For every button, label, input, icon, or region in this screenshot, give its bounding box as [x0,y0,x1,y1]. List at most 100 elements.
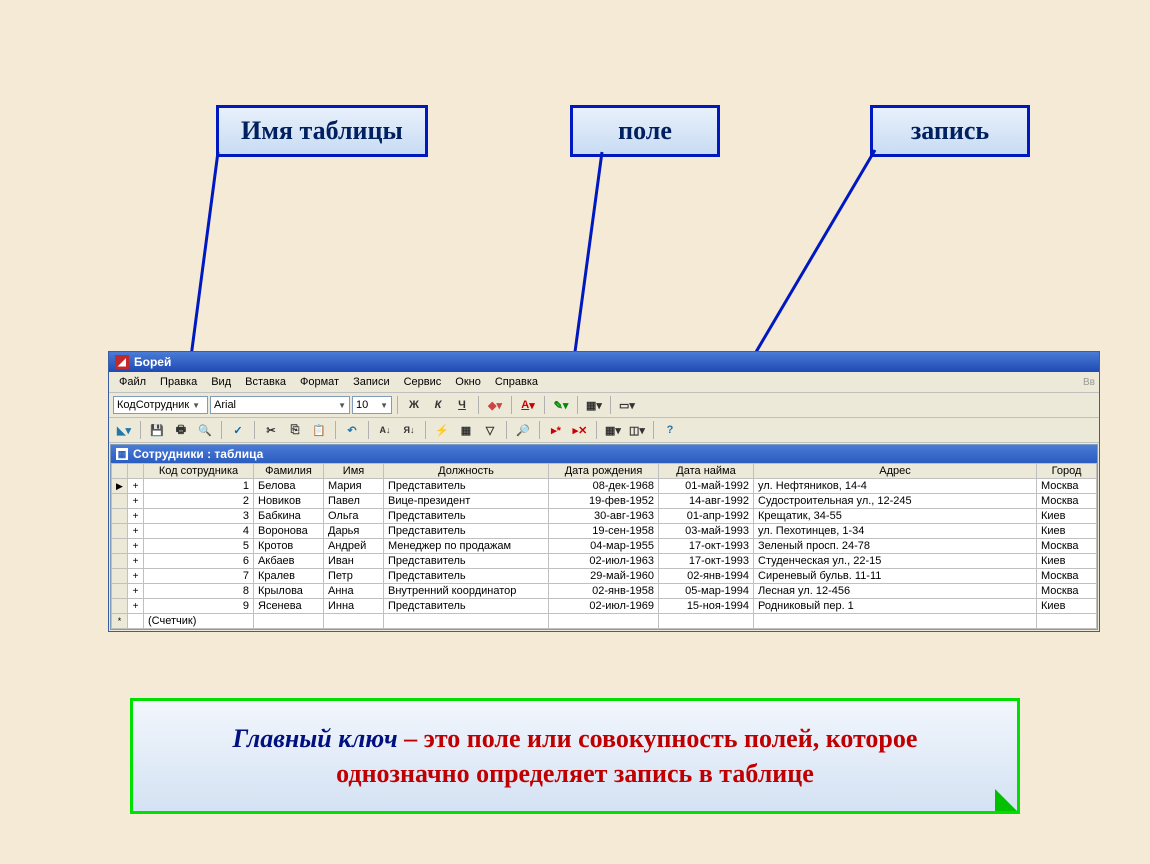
db-window-button[interactable]: ▦▾ [602,420,624,440]
data-grid[interactable]: Код сотрудника Фамилия Имя Должность Дат… [111,463,1097,629]
cell-hiredate[interactable]: 14-авг-1992 [659,494,754,509]
menu-format[interactable]: Формат [294,374,345,390]
cell-id[interactable]: 2 [144,494,254,509]
cell-city[interactable]: Киев [1037,599,1097,614]
new-row-marker[interactable]: * [112,614,128,629]
expand-icon[interactable]: + [128,554,144,569]
col-lastname[interactable]: Фамилия [254,464,324,479]
cell-lastname[interactable]: Белова [254,479,324,494]
cell-city[interactable]: Москва [1037,479,1097,494]
cell-address[interactable]: Студенческая ул., 22-15 [754,554,1037,569]
expand-icon[interactable]: + [128,479,144,494]
cell-birthdate[interactable]: 02-янв-1958 [549,584,659,599]
table-row[interactable]: +5КротовАндрейМенеджер по продажам04-мар… [112,539,1097,554]
cell-hiredate[interactable]: 05-мар-1994 [659,584,754,599]
print-button[interactable]: 🖶 [170,420,192,440]
cell-hiredate[interactable]: 02-янв-1994 [659,569,754,584]
spell-button[interactable]: ✓ [227,420,249,440]
row-selector[interactable] [112,554,128,569]
cell-city[interactable]: Москва [1037,584,1097,599]
table-row[interactable]: +2НовиковПавелВице-президент19-фев-19521… [112,494,1097,509]
menu-window[interactable]: Окно [449,374,487,390]
cell-birthdate[interactable]: 29-май-1960 [549,569,659,584]
cell-birthdate[interactable]: 02-июл-1963 [549,554,659,569]
col-address[interactable]: Адрес [754,464,1037,479]
cell-position[interactable]: Вице-президент [384,494,549,509]
table-row[interactable]: +9ЯсеневаИннаПредставитель02-июл-196915-… [112,599,1097,614]
row-selector[interactable] [112,494,128,509]
cell-birthdate[interactable]: 08-дек-1968 [549,479,659,494]
fill-color-button[interactable]: ◆▾ [484,395,506,415]
cell-city[interactable]: Москва [1037,539,1097,554]
undo-button[interactable]: ↶ [341,420,363,440]
filter-sel-button[interactable]: ⚡ [431,420,453,440]
new-row[interactable]: * (Счетчик) [112,614,1097,629]
menu-help[interactable]: Справка [489,374,544,390]
cell-id[interactable]: 7 [144,569,254,584]
cell-firstname[interactable]: Мария [324,479,384,494]
menu-view[interactable]: Вид [205,374,237,390]
cell-city[interactable]: Москва [1037,494,1097,509]
table-row[interactable]: +8КрыловаАннаВнутренний координатор02-ян… [112,584,1097,599]
col-firstname[interactable]: Имя [324,464,384,479]
preview-button[interactable]: 🔍 [194,420,216,440]
cell-address[interactable]: Лесная ул. 12-456 [754,584,1037,599]
menu-edit[interactable]: Правка [154,374,203,390]
table-row[interactable]: +7КралевПетрПредставитель29-май-196002-я… [112,569,1097,584]
cell-city[interactable]: Киев [1037,509,1097,524]
cell-id[interactable]: 6 [144,554,254,569]
paste-button[interactable]: 📋 [308,420,330,440]
row-selector[interactable] [112,599,128,614]
cell-position[interactable]: Представитель [384,599,549,614]
cell-hiredate[interactable]: 17-окт-1993 [659,554,754,569]
row-selector[interactable] [112,584,128,599]
filter-form-button[interactable]: ▦ [455,420,477,440]
cell-id[interactable]: 4 [144,524,254,539]
row-selector[interactable] [112,569,128,584]
help-button[interactable]: ? [659,420,681,440]
cell-address[interactable]: Судостроительная ул., 12-245 [754,494,1037,509]
cell-position[interactable]: Представитель [384,569,549,584]
cell-id[interactable]: 1 [144,479,254,494]
cell-lastname[interactable]: Кротов [254,539,324,554]
cell-hiredate[interactable]: 01-май-1992 [659,479,754,494]
cell-position[interactable]: Представитель [384,524,549,539]
col-city[interactable]: Город [1037,464,1097,479]
cell-position[interactable]: Внутренний координатор [384,584,549,599]
menu-insert[interactable]: Вставка [239,374,292,390]
cell-address[interactable]: Родниковый пер. 1 [754,599,1037,614]
expand-icon[interactable]: + [128,509,144,524]
cell-lastname[interactable]: Ясенева [254,599,324,614]
row-selector[interactable]: ▶ [112,479,128,494]
cell-id[interactable]: 3 [144,509,254,524]
cell-lastname[interactable]: Новиков [254,494,324,509]
cell-position[interactable]: Представитель [384,554,549,569]
row-selector-header[interactable] [112,464,128,479]
counter-cell[interactable]: (Счетчик) [144,614,254,629]
expand-header[interactable] [128,464,144,479]
menu-file[interactable]: Файл [113,374,152,390]
menu-service[interactable]: Сервис [398,374,448,390]
sort-asc-button[interactable]: А↓ [374,420,396,440]
expand-icon[interactable]: + [128,494,144,509]
cell-id[interactable]: 5 [144,539,254,554]
view-button[interactable]: ◣▾ [113,420,135,440]
cell-lastname[interactable]: Воронова [254,524,324,539]
cell-city[interactable]: Киев [1037,554,1097,569]
italic-button[interactable]: К [427,395,449,415]
col-id[interactable]: Код сотрудника [144,464,254,479]
row-selector[interactable] [112,509,128,524]
expand-icon[interactable]: + [128,524,144,539]
cell-position[interactable]: Представитель [384,479,549,494]
cell-firstname[interactable]: Иван [324,554,384,569]
expand-icon[interactable]: + [128,599,144,614]
cell-address[interactable]: Крещатик, 34-55 [754,509,1037,524]
table-row[interactable]: ▶+1БеловаМарияПредставитель08-дек-196801… [112,479,1097,494]
grid-button[interactable]: ▦▾ [583,395,605,415]
cell-firstname[interactable]: Анна [324,584,384,599]
datasheet-titlebar[interactable]: ▦ Сотрудники : таблица [111,445,1097,463]
col-position[interactable]: Должность [384,464,549,479]
cell-hiredate[interactable]: 17-окт-1993 [659,539,754,554]
cell-hiredate[interactable]: 03-май-1993 [659,524,754,539]
field-selector[interactable]: КодСотрудник▼ [113,396,208,414]
